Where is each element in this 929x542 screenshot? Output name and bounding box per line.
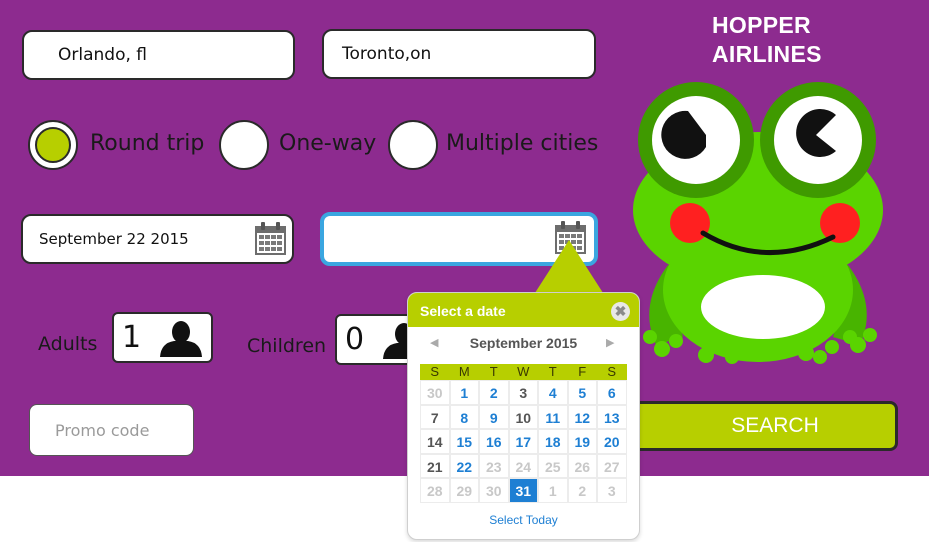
weekday-label: S: [430, 364, 440, 379]
day-cell[interactable]: 10: [508, 404, 538, 429]
day-cell[interactable]: 30: [479, 478, 509, 503]
weekday-label: T: [548, 364, 557, 379]
weekday-label: M: [458, 364, 470, 379]
to-value: Toronto,on: [342, 44, 432, 64]
adults-label: Adults: [38, 333, 98, 355]
week-row: 14 15 16 17 18 19 20: [420, 429, 627, 454]
weekday-label: W: [517, 364, 530, 379]
day-cell[interactable]: 6: [597, 380, 627, 405]
day-cell[interactable]: 27: [597, 453, 627, 478]
day-cell[interactable]: 18: [538, 429, 568, 454]
brand-line-1: HOPPER: [712, 12, 811, 38]
day-cell[interactable]: 5: [567, 380, 597, 405]
weekday-row: S M T W T F S: [420, 364, 627, 380]
select-today-link[interactable]: Select Today: [408, 513, 639, 527]
day-cell[interactable]: 30: [420, 380, 450, 405]
week-row: 28 29 30 31 1 2 3: [420, 478, 627, 503]
brand-line-2: AIRLINES: [712, 41, 822, 67]
depart-date-value: September 22 2015: [39, 230, 189, 248]
day-cell[interactable]: 2: [479, 380, 509, 405]
day-cell[interactable]: 3: [597, 478, 627, 503]
weekday-label: F: [578, 364, 587, 379]
promo-code-placeholder: Promo code: [55, 420, 150, 440]
day-cell[interactable]: 15: [449, 429, 479, 454]
day-cell[interactable]: 1: [538, 478, 568, 503]
week-row: 30 1 2 3 4 5 6: [420, 380, 627, 405]
day-cell[interactable]: 14: [420, 429, 450, 454]
day-cell[interactable]: 22: [449, 453, 479, 478]
day-cell[interactable]: 4: [538, 380, 568, 405]
day-cell[interactable]: 11: [538, 404, 568, 429]
selected-day-cell[interactable]: 31: [508, 478, 538, 503]
month-title: September 2015: [469, 335, 578, 351]
day-cell[interactable]: 19: [567, 429, 597, 454]
calendar-pointer: [533, 240, 605, 296]
day-cell[interactable]: 21: [420, 453, 450, 478]
day-cell[interactable]: 12: [567, 404, 597, 429]
day-cell[interactable]: 23: [479, 453, 509, 478]
day-cell[interactable]: 25: [538, 453, 568, 478]
date-picker: Select a date ✖ ◀ September 2015 ▶ S M T…: [407, 292, 640, 540]
calendar-grid: S M T W T F S 30 1 2 3 4 5 6 7 8 9 10 11…: [420, 364, 627, 503]
day-cell[interactable]: 7: [420, 404, 450, 429]
adults-count: 1: [122, 320, 142, 355]
date-picker-header: Select a date ✖: [408, 293, 639, 327]
promo-code-input[interactable]: Promo code: [29, 404, 194, 456]
day-cell[interactable]: 17: [508, 429, 538, 454]
round-trip-label[interactable]: Round trip: [90, 131, 204, 156]
day-cell[interactable]: 26: [567, 453, 597, 478]
children-count: 0: [345, 322, 365, 357]
day-cell[interactable]: 8: [449, 404, 479, 429]
to-field[interactable]: Toronto,on: [322, 29, 596, 79]
from-value: Orlando, fl: [58, 45, 147, 65]
weekday-label: S: [607, 364, 617, 379]
date-picker-title: Select a date: [420, 303, 506, 319]
week-row: 21 22 23 24 25 26 27: [420, 453, 627, 478]
one-way-label[interactable]: One-way: [279, 131, 376, 156]
close-icon[interactable]: ✖: [611, 302, 630, 321]
round-trip-radio[interactable]: [28, 120, 78, 170]
day-cell[interactable]: 20: [597, 429, 627, 454]
search-button[interactable]: SEARCH: [612, 401, 898, 451]
next-month-icon[interactable]: ▶: [606, 336, 614, 349]
day-cell[interactable]: 29: [449, 478, 479, 503]
day-cell[interactable]: 2: [567, 478, 597, 503]
day-cell[interactable]: 9: [479, 404, 509, 429]
adults-counter[interactable]: 1: [112, 312, 213, 363]
weekday-label: T: [489, 364, 498, 379]
children-label: Children: [247, 335, 327, 357]
day-cell[interactable]: 13: [597, 404, 627, 429]
calendar-icon[interactable]: [254, 222, 287, 256]
day-cell[interactable]: 3: [508, 380, 538, 405]
one-way-radio[interactable]: [219, 120, 269, 170]
frog-mascot-icon: [633, 82, 883, 364]
day-cell[interactable]: 1: [449, 380, 479, 405]
day-cell[interactable]: 28: [420, 478, 450, 503]
from-field[interactable]: Orlando, fl: [22, 30, 295, 80]
week-row: 7 8 9 10 11 12 13: [420, 404, 627, 429]
multiple-cities-radio[interactable]: [388, 120, 438, 170]
day-cell[interactable]: 16: [479, 429, 509, 454]
person-icon: [160, 321, 202, 357]
multiple-cities-label[interactable]: Multiple cities: [446, 131, 598, 156]
day-cell[interactable]: 24: [508, 453, 538, 478]
